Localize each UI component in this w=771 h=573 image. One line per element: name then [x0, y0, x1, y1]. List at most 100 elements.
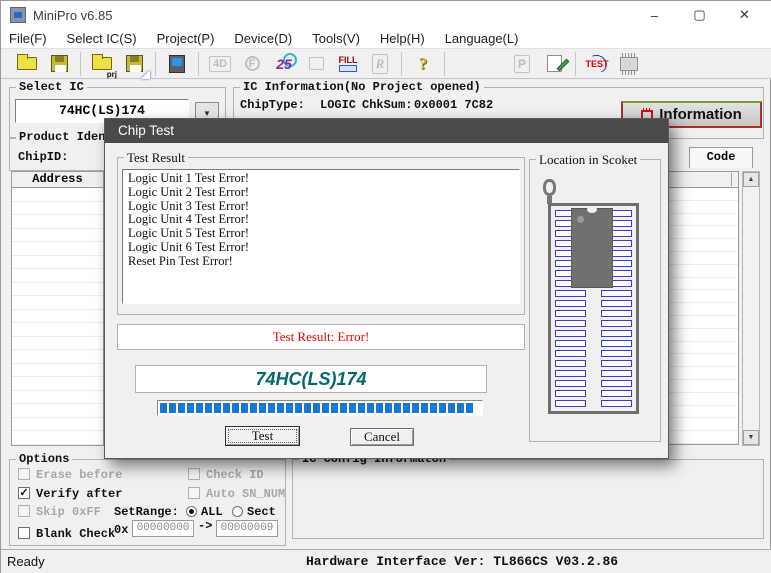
- address-list[interactable]: [11, 188, 104, 446]
- list-item: [669, 201, 738, 214]
- check-id-label[interactable]: Check ID: [206, 468, 264, 482]
- window-title: MiniPro v6.85: [33, 8, 112, 23]
- table-row: [12, 404, 103, 418]
- socket-slot: [555, 360, 586, 367]
- menu-language[interactable]: Language(L): [435, 31, 529, 46]
- list-item: [669, 342, 738, 355]
- socket-pin-row: [555, 290, 632, 297]
- table-row: [12, 350, 103, 364]
- blank-check-checkbox[interactable]: [18, 527, 30, 539]
- device-read-icon[interactable]: [164, 51, 190, 77]
- scroll-up-icon[interactable]: ▲: [743, 172, 759, 187]
- vertical-scrollbar[interactable]: ▲ ▼: [742, 171, 760, 446]
- socket-slot: [601, 300, 632, 307]
- progress-segment: [358, 403, 365, 413]
- progress-segment: [214, 403, 221, 413]
- progress-segment: [304, 403, 311, 413]
- address-column-header[interactable]: Address: [11, 171, 104, 188]
- menu-device[interactable]: Device(D): [224, 31, 302, 46]
- socket-slot: [555, 380, 586, 387]
- range-all-radio[interactable]: [186, 506, 197, 517]
- copy-buffer-icon[interactable]: [303, 51, 329, 77]
- list-item: [669, 329, 738, 342]
- zoom-25-icon[interactable]: 25: [271, 51, 297, 77]
- range-sect-label[interactable]: Sect: [247, 505, 276, 519]
- chip-name-display: 74HC(LS)174: [135, 365, 487, 393]
- menu-help[interactable]: Help(H): [370, 31, 435, 46]
- range-sect-radio[interactable]: [232, 506, 243, 517]
- socket-icon[interactable]: [616, 51, 642, 77]
- test-button[interactable]: Test: [225, 426, 300, 446]
- progress-bar: [157, 400, 483, 416]
- table-row: [12, 269, 103, 283]
- menu-file[interactable]: File(F): [9, 31, 57, 46]
- window-titlebar[interactable]: MiniPro v6.85 – ▢ ✕: [1, 1, 771, 29]
- verify-after-label[interactable]: Verify after: [36, 487, 122, 501]
- progress-segment: [160, 403, 167, 413]
- code-memo-list[interactable]: [668, 188, 739, 445]
- help-icon[interactable]: ?: [410, 51, 436, 77]
- progress-segment: [331, 403, 338, 413]
- test-result-listbox[interactable]: Logic Unit 1 Test Error!Logic Unit 2 Tes…: [122, 169, 520, 304]
- menu-project[interactable]: Project(P): [147, 31, 225, 46]
- range-to-input[interactable]: 00000009: [216, 520, 278, 537]
- cancel-button[interactable]: Cancel: [350, 428, 414, 446]
- chip-id-label: ChipID:: [18, 150, 68, 164]
- list-item: [669, 303, 738, 316]
- progress-segment: [340, 403, 347, 413]
- error-line: Logic Unit 2 Test Error!: [128, 186, 514, 200]
- socket-slot: [555, 330, 586, 337]
- menu-select-ic[interactable]: Select IC(S): [57, 31, 147, 46]
- options-group: Options Erase before Check ID ✓ Verify a…: [9, 459, 286, 546]
- status-bar: Ready Hardware Interface Ver: TL866CS V0…: [1, 549, 771, 573]
- chip-id-icon[interactable]: 4D: [207, 51, 233, 77]
- error-line: Logic Unit 6 Test Error!: [128, 241, 514, 255]
- tab-code-memo[interactable]: Code Memo: [689, 147, 753, 168]
- close-icon[interactable]: ✕: [722, 1, 767, 29]
- toolbar-separator: [401, 52, 402, 76]
- save-project-icon[interactable]: [121, 51, 147, 77]
- socket-slot: [601, 340, 632, 347]
- fill-buffer-icon[interactable]: FILL: [335, 51, 361, 77]
- skip-0xff-label[interactable]: Skip 0xFF: [36, 505, 101, 519]
- test-chip-icon[interactable]: TEST: [584, 51, 610, 77]
- open-file-icon[interactable]: [14, 51, 40, 77]
- auto-sn-label[interactable]: Auto SN_NUM: [206, 487, 285, 501]
- dialog-titlebar[interactable]: Chip Test: [105, 119, 668, 143]
- progress-segment: [430, 403, 437, 413]
- auto-sn-checkbox[interactable]: [188, 487, 200, 499]
- edit-buffer-icon[interactable]: [541, 51, 567, 77]
- chip-in-socket: [571, 208, 613, 288]
- error-line: Reset Pin Test Error!: [128, 255, 514, 269]
- open-project-icon[interactable]: prj: [89, 51, 115, 77]
- find-icon[interactable]: F: [239, 51, 265, 77]
- erase-before-checkbox[interactable]: [18, 468, 30, 480]
- program-chip-icon[interactable]: P: [509, 51, 535, 77]
- progress-segment: [223, 403, 230, 413]
- reset-icon[interactable]: R: [367, 51, 393, 77]
- erase-before-label[interactable]: Erase before: [36, 468, 122, 482]
- progress-segment: [241, 403, 248, 413]
- maximize-icon[interactable]: ▢: [677, 1, 722, 29]
- save-file-icon[interactable]: [46, 51, 72, 77]
- range-arrow: ->: [198, 519, 212, 533]
- list-item: [669, 393, 738, 406]
- check-id-checkbox[interactable]: [188, 468, 200, 480]
- progress-segment: [286, 403, 293, 413]
- progress-segment: [250, 403, 257, 413]
- table-row: [12, 337, 103, 351]
- blank-check-label[interactable]: Blank Check: [36, 527, 115, 541]
- verify-after-checkbox[interactable]: ✓: [18, 487, 30, 499]
- progress-segment: [385, 403, 392, 413]
- socket-pin-row: [555, 360, 632, 367]
- socket-pin-row: [555, 370, 632, 377]
- minimize-icon[interactable]: –: [632, 1, 677, 29]
- range-from-input[interactable]: 00000000: [132, 520, 194, 537]
- menu-tools[interactable]: Tools(V): [302, 31, 370, 46]
- range-all-label[interactable]: ALL: [201, 505, 223, 519]
- skip-0xff-checkbox[interactable]: [18, 505, 30, 517]
- code-memo-column-header[interactable]: [668, 171, 739, 188]
- toolbar-separator: [575, 52, 576, 76]
- progress-segment: [439, 403, 446, 413]
- scroll-down-icon[interactable]: ▼: [743, 430, 759, 445]
